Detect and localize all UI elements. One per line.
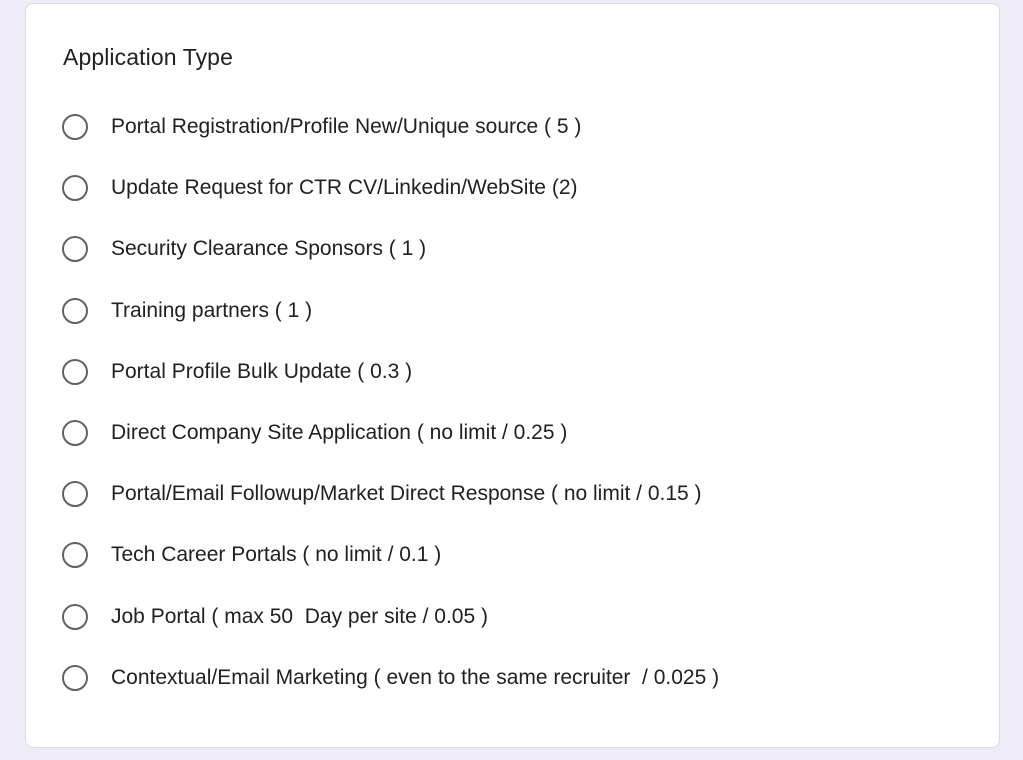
radio-option-tech-career-portals[interactable]: Tech Career Portals ( no limit / 0.1 ) [62, 539, 982, 600]
radio-option-portal-registration[interactable]: Portal Registration/Profile New/Unique s… [62, 111, 982, 172]
option-label[interactable]: Job Portal ( max 50 Day per site / 0.05 … [111, 601, 488, 633]
option-label[interactable]: Contextual/Email Marketing ( even to the… [111, 662, 719, 694]
radio-option-training-partners[interactable]: Training partners ( 1 ) [62, 295, 982, 356]
option-label[interactable]: Update Request for CTR CV/Linkedin/WebSi… [111, 172, 578, 204]
question-title: Application Type [63, 44, 233, 70]
option-label[interactable]: Portal Profile Bulk Update ( 0.3 ) [111, 356, 412, 388]
radio-option-job-portal[interactable]: Job Portal ( max 50 Day per site / 0.05 … [62, 601, 982, 662]
radio-option-portal-email-followup[interactable]: Portal/Email Followup/Market Direct Resp… [62, 478, 982, 539]
radio-button[interactable] [62, 175, 88, 202]
radio-button[interactable] [62, 481, 88, 508]
radio-button[interactable] [62, 297, 88, 324]
radio-option-direct-company-site[interactable]: Direct Company Site Application ( no lim… [62, 417, 982, 478]
radio-button[interactable] [62, 419, 88, 446]
radio-option-contextual-email-marketing[interactable]: Contextual/Email Marketing ( even to the… [62, 662, 982, 723]
option-label[interactable]: Portal/Email Followup/Market Direct Resp… [111, 478, 702, 510]
radio-button[interactable] [62, 358, 88, 385]
radio-button[interactable] [62, 542, 88, 569]
radio-option-security-clearance[interactable]: Security Clearance Sponsors ( 1 ) [62, 233, 982, 294]
radio-option-bulk-update[interactable]: Portal Profile Bulk Update ( 0.3 ) [62, 356, 982, 417]
option-label[interactable]: Portal Registration/Profile New/Unique s… [111, 111, 581, 143]
question-card: Application Type Portal Registration/Pro… [25, 3, 1000, 748]
radio-button[interactable] [62, 664, 88, 691]
radio-button[interactable] [62, 236, 88, 263]
option-label[interactable]: Security Clearance Sponsors ( 1 ) [111, 233, 426, 265]
option-label[interactable]: Tech Career Portals ( no limit / 0.1 ) [111, 539, 441, 571]
radio-button[interactable] [62, 603, 88, 630]
radio-group: Portal Registration/Profile New/Unique s… [62, 111, 982, 723]
option-label[interactable]: Direct Company Site Application ( no lim… [111, 417, 567, 449]
radio-option-update-request[interactable]: Update Request for CTR CV/Linkedin/WebSi… [62, 172, 982, 233]
radio-button[interactable] [62, 114, 88, 140]
option-label[interactable]: Training partners ( 1 ) [111, 295, 312, 327]
